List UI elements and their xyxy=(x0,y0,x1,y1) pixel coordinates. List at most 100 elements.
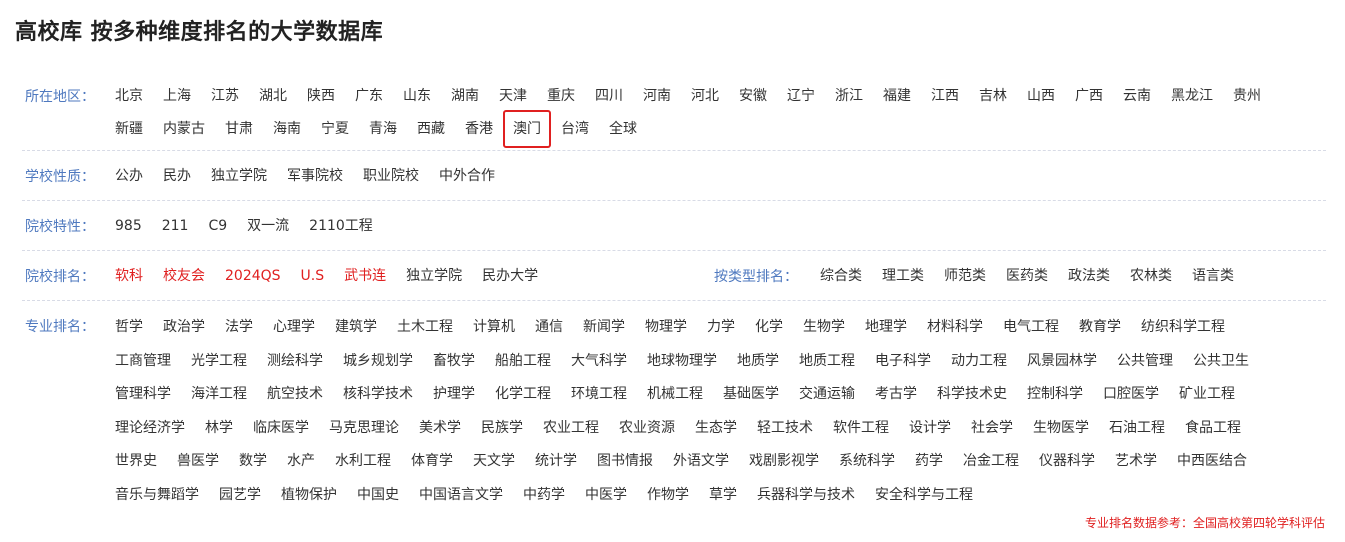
filter-option[interactable]: 民族学 xyxy=(481,412,523,446)
filter-option[interactable]: 冶金工程 xyxy=(963,445,1019,479)
filter-option[interactable]: 贵州 xyxy=(1233,81,1261,111)
filter-option[interactable]: 中医学 xyxy=(585,479,627,513)
filter-option[interactable]: 物理学 xyxy=(645,311,687,345)
filter-option[interactable]: 临床医学 xyxy=(253,412,309,446)
filter-option[interactable]: C9 xyxy=(208,211,227,241)
filter-option[interactable]: 新闻学 xyxy=(583,311,625,345)
filter-option[interactable]: 交通运输 xyxy=(799,378,855,412)
filter-option[interactable]: 材料科学 xyxy=(927,311,983,345)
filter-option[interactable]: 广西 xyxy=(1075,81,1103,111)
filter-option[interactable]: 天文学 xyxy=(473,445,515,479)
filter-option[interactable]: 外语文学 xyxy=(673,445,729,479)
filter-option[interactable]: 纺织科学工程 xyxy=(1141,311,1225,345)
filter-option[interactable]: 科学技术史 xyxy=(937,378,1007,412)
filter-option[interactable]: 中西医结合 xyxy=(1177,445,1247,479)
filter-option[interactable]: 2110工程 xyxy=(309,211,373,241)
filter-option[interactable]: 甘肃 xyxy=(225,114,253,144)
filter-option[interactable]: 吉林 xyxy=(979,81,1007,111)
filter-option[interactable]: U.S xyxy=(301,261,325,291)
filter-option[interactable]: 安全科学与工程 xyxy=(875,479,973,513)
filter-option[interactable]: 美术学 xyxy=(419,412,461,446)
filter-option[interactable]: 体育学 xyxy=(411,445,453,479)
filter-option[interactable]: 社会学 xyxy=(971,412,1013,446)
filter-option[interactable]: 海洋工程 xyxy=(191,378,247,412)
filter-option[interactable]: 公共卫生 xyxy=(1193,345,1249,379)
filter-option[interactable]: 海南 xyxy=(273,114,301,144)
filter-option[interactable]: 公共管理 xyxy=(1117,345,1173,379)
filter-option[interactable]: 考古学 xyxy=(875,378,917,412)
filter-option[interactable]: 通信 xyxy=(535,311,563,345)
filter-option[interactable]: 马克思理论 xyxy=(329,412,399,446)
filter-option[interactable]: 系统科学 xyxy=(839,445,895,479)
filter-option[interactable]: 建筑学 xyxy=(335,311,377,345)
filter-option[interactable]: 法学 xyxy=(225,311,253,345)
filter-option[interactable]: 土木工程 xyxy=(397,311,453,345)
filter-option[interactable]: 独立学院 xyxy=(211,161,267,191)
filter-option[interactable]: 河北 xyxy=(691,81,719,111)
filter-option[interactable]: 政法类 xyxy=(1068,261,1110,291)
filter-option[interactable]: 民办大学 xyxy=(482,261,538,291)
filter-option[interactable]: 师范类 xyxy=(944,261,986,291)
filter-option[interactable]: 职业院校 xyxy=(363,161,419,191)
filter-option[interactable]: 生物医学 xyxy=(1033,412,1089,446)
filter-option[interactable]: 青海 xyxy=(369,114,397,144)
filter-option[interactable]: 设计学 xyxy=(909,412,951,446)
filter-option[interactable]: 双一流 xyxy=(247,211,289,241)
filter-option[interactable]: 草学 xyxy=(709,479,737,513)
filter-option[interactable]: 地质工程 xyxy=(799,345,855,379)
filter-option[interactable]: 控制科学 xyxy=(1027,378,1083,412)
filter-option[interactable]: 轻工技术 xyxy=(757,412,813,446)
filter-option[interactable]: 综合类 xyxy=(820,261,862,291)
filter-option[interactable]: 机械工程 xyxy=(647,378,703,412)
filter-option[interactable]: 地理学 xyxy=(865,311,907,345)
filter-option[interactable]: 教育学 xyxy=(1079,311,1121,345)
filter-option[interactable]: 广东 xyxy=(355,81,383,111)
filter-option[interactable]: 统计学 xyxy=(535,445,577,479)
filter-option[interactable]: 计算机 xyxy=(473,311,515,345)
filter-option[interactable]: 全球 xyxy=(609,114,637,144)
filter-option[interactable]: 动力工程 xyxy=(951,345,1007,379)
filter-option[interactable]: 宁夏 xyxy=(321,114,349,144)
filter-option[interactable]: 理工类 xyxy=(882,261,924,291)
filter-option[interactable]: 生物学 xyxy=(803,311,845,345)
filter-option[interactable]: 云南 xyxy=(1123,81,1151,111)
filter-option[interactable]: 城乡规划学 xyxy=(343,345,413,379)
filter-option[interactable]: 天津 xyxy=(499,81,527,111)
filter-option[interactable]: 心理学 xyxy=(273,311,315,345)
filter-option[interactable]: 农业工程 xyxy=(543,412,599,446)
filter-option[interactable]: 山东 xyxy=(403,81,431,111)
filter-option[interactable]: 浙江 xyxy=(835,81,863,111)
filter-option[interactable]: 力学 xyxy=(707,311,735,345)
filter-option[interactable]: 仪器科学 xyxy=(1039,445,1095,479)
filter-option[interactable]: 西藏 xyxy=(417,114,445,144)
filter-option[interactable]: 船舶工程 xyxy=(495,345,551,379)
filter-option[interactable]: 独立学院 xyxy=(406,261,462,291)
filter-option[interactable]: 兽医学 xyxy=(177,445,219,479)
filter-option[interactable]: 生态学 xyxy=(695,412,737,446)
filter-option-selected[interactable]: 澳门 xyxy=(503,110,551,148)
filter-option[interactable]: 理论经济学 xyxy=(115,412,185,446)
filter-option[interactable]: 环境工程 xyxy=(571,378,627,412)
filter-option[interactable]: 四川 xyxy=(595,81,623,111)
filter-option[interactable]: 福建 xyxy=(883,81,911,111)
filter-option[interactable]: 石油工程 xyxy=(1109,412,1165,446)
filter-option[interactable]: 基础医学 xyxy=(723,378,779,412)
filter-option[interactable]: 植物保护 xyxy=(281,479,337,513)
filter-option[interactable]: 语言类 xyxy=(1192,261,1234,291)
filter-option[interactable]: 中药学 xyxy=(523,479,565,513)
filter-option[interactable]: 风景园林学 xyxy=(1027,345,1097,379)
filter-option[interactable]: 林学 xyxy=(205,412,233,446)
filter-option[interactable]: 水产 xyxy=(287,445,315,479)
filter-option[interactable]: 农业资源 xyxy=(619,412,675,446)
filter-option[interactable]: 中国语言文学 xyxy=(419,479,503,513)
filter-option[interactable]: 政治学 xyxy=(163,311,205,345)
filter-option[interactable]: 山西 xyxy=(1027,81,1055,111)
filter-option[interactable]: 护理学 xyxy=(433,378,475,412)
filter-option[interactable]: 中外合作 xyxy=(439,161,495,191)
filter-option[interactable]: 民办 xyxy=(163,161,191,191)
filter-option[interactable]: 上海 xyxy=(163,81,191,111)
filter-option[interactable]: 作物学 xyxy=(647,479,689,513)
filter-option[interactable]: 口腔医学 xyxy=(1103,378,1159,412)
filter-option[interactable]: 食品工程 xyxy=(1185,412,1241,446)
filter-option[interactable]: 化学工程 xyxy=(495,378,551,412)
